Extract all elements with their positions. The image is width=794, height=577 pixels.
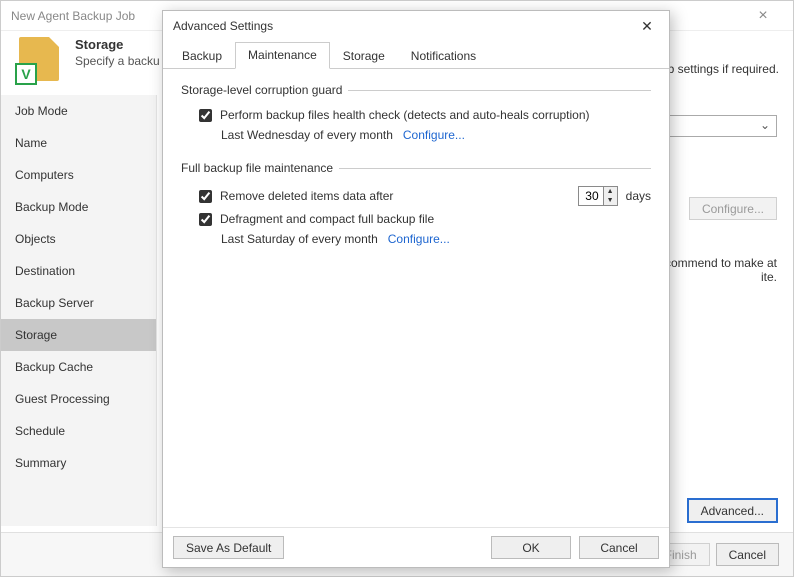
health-check-configure-link[interactable]: Configure... <box>403 128 465 142</box>
page-subtitle-left: Specify a backu <box>75 54 160 68</box>
page-title: Storage <box>75 37 160 52</box>
sidebar-item[interactable]: Backup Mode <box>1 191 156 223</box>
days-unit: days <box>626 189 651 203</box>
health-check-label: Perform backup files health check (detec… <box>220 108 590 122</box>
health-check-option[interactable]: Perform backup files health check (detec… <box>181 105 651 125</box>
advanced-settings-dialog: Advanced Settings ✕ BackupMaintenanceSto… <box>162 10 670 568</box>
sidebar-item[interactable]: Computers <box>1 159 156 191</box>
sidebar-item[interactable]: Guest Processing <box>1 383 156 415</box>
wizard-cancel-button[interactable]: Cancel <box>716 543 779 566</box>
health-check-checkbox[interactable] <box>199 109 212 122</box>
remove-deleted-label: Remove deleted items data after <box>220 189 393 203</box>
advanced-button[interactable]: Advanced... <box>688 499 777 522</box>
tab-storage[interactable]: Storage <box>330 43 398 69</box>
wizard-sidebar: Job ModeNameComputersBackup ModeObjectsD… <box>1 95 157 526</box>
sidebar-item[interactable]: Destination <box>1 255 156 287</box>
dialog-footer: Save As Default OK Cancel <box>163 527 669 567</box>
sidebar-item[interactable]: Job Mode <box>1 95 156 127</box>
page-subtitle-right: ob settings if required. <box>661 62 779 76</box>
ok-button[interactable]: OK <box>491 536 571 559</box>
days-up-icon[interactable]: ▲ <box>604 187 617 196</box>
defrag-schedule: Last Saturday of every month <box>221 232 378 246</box>
corruption-guard-legend: Storage-level corruption guard <box>181 83 348 97</box>
defrag-configure-link[interactable]: Configure... <box>388 232 450 246</box>
sidebar-item[interactable]: Name <box>1 127 156 159</box>
remove-deleted-checkbox[interactable] <box>199 190 212 203</box>
days-down-icon[interactable]: ▼ <box>604 196 617 205</box>
file-maintenance-legend: Full backup file maintenance <box>181 161 339 175</box>
health-check-schedule: Last Wednesday of every month <box>221 128 393 142</box>
sidebar-item[interactable]: Backup Cache <box>1 351 156 383</box>
dialog-titlebar: Advanced Settings ✕ <box>163 11 669 41</box>
storage-icon: V <box>15 37 63 85</box>
dialog-cancel-button[interactable]: Cancel <box>579 536 659 559</box>
dialog-tabs: BackupMaintenanceStorageNotifications <box>163 41 669 69</box>
tab-backup[interactable]: Backup <box>169 43 235 69</box>
corruption-guard-group: Storage-level corruption guard Perform b… <box>181 83 651 145</box>
defrag-checkbox[interactable] <box>199 213 212 226</box>
days-stepper[interactable]: ▲ ▼ <box>578 186 618 206</box>
save-as-default-button[interactable]: Save As Default <box>173 536 284 559</box>
sidebar-item[interactable]: Storage <box>1 319 156 351</box>
sidebar-item[interactable]: Objects <box>1 223 156 255</box>
sidebar-item[interactable]: Schedule <box>1 415 156 447</box>
sidebar-item[interactable]: Backup Server <box>1 287 156 319</box>
dialog-body: Storage-level corruption guard Perform b… <box>163 69 669 527</box>
defrag-option[interactable]: Defragment and compact full backup file <box>181 209 651 229</box>
configure-button: Configure... <box>689 197 777 220</box>
wizard-heading: Storage Specify a backu <box>75 37 160 68</box>
wizard-close-icon[interactable]: × <box>743 1 783 31</box>
tab-maintenance[interactable]: Maintenance <box>235 42 330 69</box>
sidebar-item[interactable]: Summary <box>1 447 156 479</box>
file-maintenance-group: Full backup file maintenance Remove dele… <box>181 161 651 249</box>
dialog-title: Advanced Settings <box>173 19 273 33</box>
days-input[interactable] <box>579 187 603 205</box>
defrag-label: Defragment and compact full backup file <box>220 212 434 226</box>
tab-notifications[interactable]: Notifications <box>398 43 489 69</box>
wizard-title: New Agent Backup Job <box>11 1 135 31</box>
close-icon[interactable]: ✕ <box>635 18 659 35</box>
